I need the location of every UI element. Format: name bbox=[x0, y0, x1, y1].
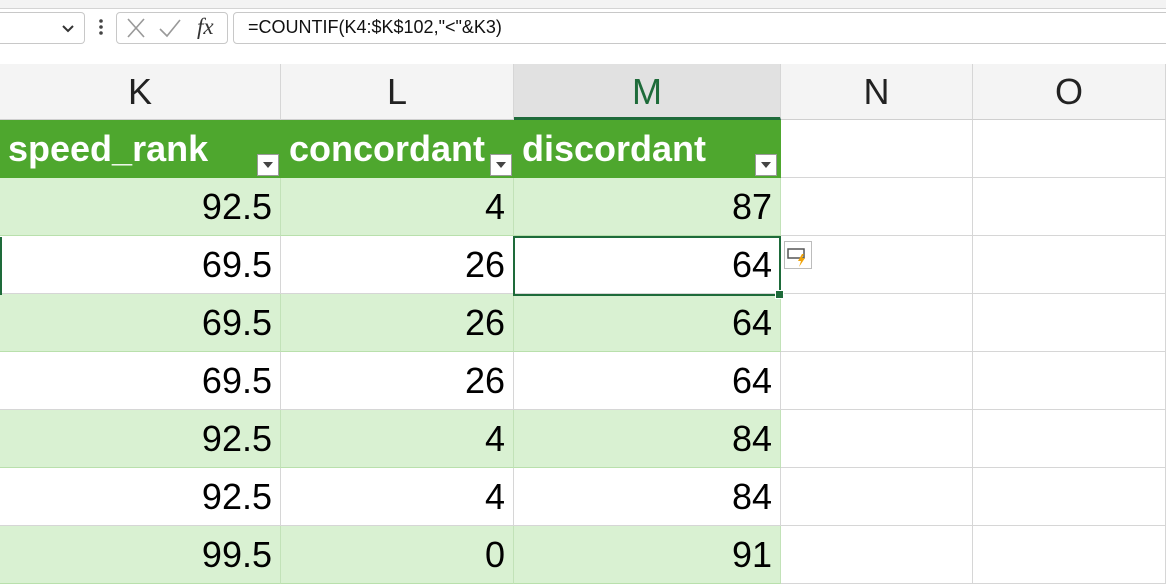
table-cell[interactable]: 64 bbox=[514, 352, 781, 410]
cell[interactable] bbox=[781, 120, 973, 178]
cell[interactable] bbox=[781, 468, 973, 526]
quick-analysis-icon bbox=[787, 248, 805, 267]
column-header-m[interactable]: M bbox=[514, 64, 781, 120]
table-cell[interactable]: 99.5 bbox=[0, 526, 281, 584]
insert-function-icon[interactable]: fx bbox=[197, 14, 214, 40]
table-header-speed-rank[interactable]: speed_rank bbox=[0, 120, 281, 178]
more-options-icon[interactable] bbox=[94, 15, 108, 39]
table-cell[interactable]: 4 bbox=[281, 410, 514, 468]
table-cell[interactable]: 64 bbox=[514, 294, 781, 352]
chevron-down-icon[interactable] bbox=[58, 18, 78, 38]
formula-text: =COUNTIF(K4:$K$102,"<"&K3) bbox=[248, 17, 502, 37]
table-cell[interactable]: 84 bbox=[514, 468, 781, 526]
ribbon-edge bbox=[0, 0, 1166, 9]
table-cell[interactable]: 91 bbox=[514, 526, 781, 584]
cell[interactable] bbox=[973, 236, 1166, 294]
cell[interactable] bbox=[781, 410, 973, 468]
formula-input[interactable]: =COUNTIF(K4:$K$102,"<"&K3) bbox=[233, 12, 1166, 44]
cell[interactable] bbox=[781, 352, 973, 410]
name-box[interactable] bbox=[0, 12, 85, 44]
cell[interactable] bbox=[973, 526, 1166, 584]
table-cell[interactable]: 92.5 bbox=[0, 468, 281, 526]
table-cell[interactable]: 92.5 bbox=[0, 410, 281, 468]
filter-dropdown-icon[interactable] bbox=[490, 154, 512, 176]
filter-dropdown-icon[interactable] bbox=[257, 154, 279, 176]
table-cell[interactable]: 92.5 bbox=[0, 178, 281, 236]
table-cell[interactable]: 69.5 bbox=[0, 352, 281, 410]
cell[interactable] bbox=[973, 178, 1166, 236]
column-header-k[interactable]: K bbox=[0, 64, 281, 120]
table-cell[interactable]: 69.5 bbox=[0, 294, 281, 352]
table-cell[interactable]: 4 bbox=[281, 178, 514, 236]
cell[interactable] bbox=[973, 468, 1166, 526]
table-header-concordant[interactable]: concordant bbox=[281, 120, 514, 178]
cell[interactable] bbox=[781, 526, 973, 584]
cancel-icon[interactable] bbox=[123, 16, 149, 40]
table-cell[interactable]: 26 bbox=[281, 236, 514, 294]
table-cell[interactable]: 64 bbox=[514, 236, 781, 294]
table-header-discordant[interactable]: discordant bbox=[514, 120, 781, 178]
cell[interactable] bbox=[781, 178, 973, 236]
row-indicator bbox=[0, 237, 2, 295]
cell[interactable] bbox=[973, 294, 1166, 352]
cell[interactable] bbox=[781, 294, 973, 352]
quick-analysis-button[interactable] bbox=[784, 241, 812, 269]
table-cell[interactable]: 84 bbox=[514, 410, 781, 468]
table-cell[interactable]: 26 bbox=[281, 294, 514, 352]
fill-handle[interactable] bbox=[775, 290, 784, 299]
cell[interactable] bbox=[973, 352, 1166, 410]
table-cell[interactable]: 69.5 bbox=[0, 236, 281, 294]
table-cell[interactable]: 26 bbox=[281, 352, 514, 410]
table-cell[interactable]: 0 bbox=[281, 526, 514, 584]
table-cell[interactable]: 4 bbox=[281, 468, 514, 526]
cell[interactable] bbox=[973, 120, 1166, 178]
formula-buttons: fx bbox=[116, 12, 228, 44]
column-header-n[interactable]: N bbox=[781, 64, 973, 120]
column-header-o[interactable]: O bbox=[973, 64, 1166, 120]
enter-check-icon[interactable] bbox=[157, 16, 183, 40]
column-header-l[interactable]: L bbox=[281, 64, 514, 120]
cell[interactable] bbox=[973, 410, 1166, 468]
filter-dropdown-icon[interactable] bbox=[755, 154, 777, 176]
table-cell[interactable]: 87 bbox=[514, 178, 781, 236]
